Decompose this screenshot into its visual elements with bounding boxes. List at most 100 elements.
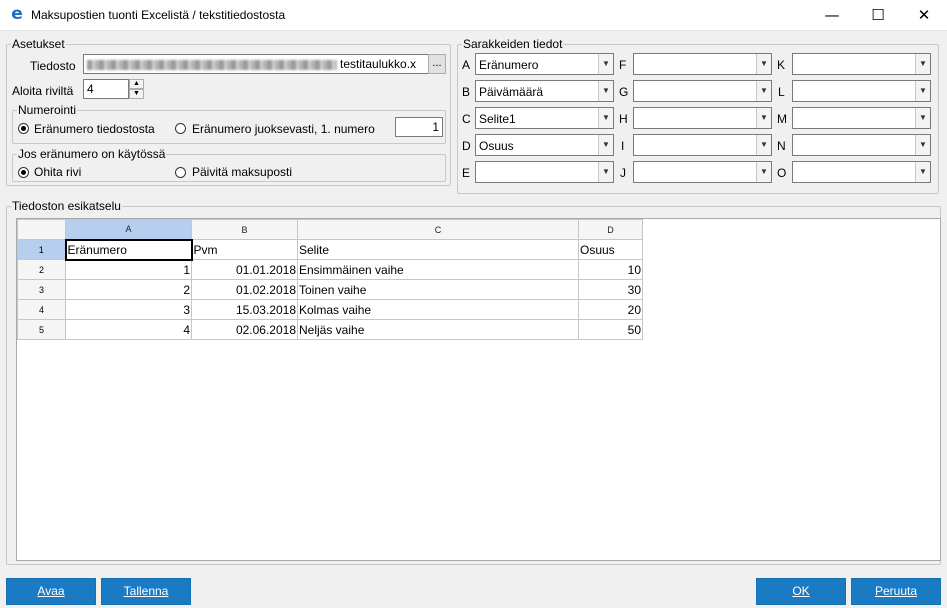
cell-a2[interactable]: 1	[65, 259, 192, 280]
col-select-f[interactable]: ▼	[633, 53, 772, 75]
cell-b2[interactable]: 01.01.2018	[191, 259, 298, 280]
chevron-down-icon: ▼	[598, 135, 613, 155]
col-label-a: A	[462, 58, 471, 72]
col-label-e: E	[462, 166, 471, 180]
table-row: 4 3 15.03.2018 Kolmas vaihe 20	[17, 299, 643, 320]
start-row-label: Aloita riviltä	[12, 84, 74, 98]
col-select-h[interactable]: ▼	[633, 107, 772, 129]
numbering-from-file-radio[interactable]	[18, 123, 29, 134]
numbering-sequential-radio[interactable]	[175, 123, 186, 134]
column-header-c[interactable]: C	[297, 219, 579, 240]
cell-c2[interactable]: Ensimmäinen vaihe	[297, 259, 579, 280]
col-label-g: G	[619, 85, 629, 99]
cell-a4[interactable]: 3	[65, 299, 192, 320]
row-header[interactable]: 4	[17, 299, 66, 320]
preview-legend: Tiedoston esikatselu	[12, 199, 121, 213]
col-select-d[interactable]: Osuus ▼	[475, 134, 614, 156]
row-header[interactable]: 5	[17, 319, 66, 340]
cell-d4[interactable]: 20	[578, 299, 643, 320]
col-select-b-value: Päivämäärä	[479, 85, 544, 99]
chevron-down-icon: ▼	[915, 162, 930, 182]
cell-b3[interactable]: 01.02.2018	[191, 279, 298, 300]
chevron-down-icon: ▼	[756, 135, 771, 155]
col-label-d: D	[462, 139, 471, 153]
cancel-button[interactable]: Peruuta	[851, 578, 941, 605]
preview-table: A B C D 1 Eränumero Pvm Selite Osuus 2 1…	[17, 219, 643, 340]
cell-b5[interactable]: 02.06.2018	[191, 319, 298, 340]
spin-up-button[interactable]: ▲	[129, 79, 144, 89]
window-title: Maksupostien tuonti Excelistä / tekstiti…	[31, 8, 286, 22]
cell-b4[interactable]: 15.03.2018	[191, 299, 298, 320]
col-select-l[interactable]: ▼	[792, 80, 931, 102]
ok-button[interactable]: OK	[756, 578, 846, 605]
column-header-row: A B C D	[17, 219, 643, 240]
file-label: Tiedosto	[30, 59, 76, 73]
cell-c1[interactable]: Selite	[297, 239, 579, 260]
col-select-j[interactable]: ▼	[633, 161, 772, 183]
col-select-n[interactable]: ▼	[792, 134, 931, 156]
numbering-sequential-label[interactable]: Eränumero juoksevasti, 1. numero	[192, 122, 375, 136]
browse-button[interactable]: ...	[428, 54, 446, 74]
col-select-g[interactable]: ▼	[633, 80, 772, 102]
numbering-from-file-label[interactable]: Eränumero tiedostosta	[34, 122, 155, 136]
chevron-down-icon: ▼	[598, 162, 613, 182]
table-row: 5 4 02.06.2018 Neljäs vaihe 50	[17, 319, 643, 340]
row-header[interactable]: 1	[17, 239, 66, 260]
first-number-input[interactable]: 1	[395, 117, 443, 137]
spin-down-button[interactable]: ▼	[129, 89, 144, 99]
col-label-k: K	[777, 58, 786, 72]
col-select-o[interactable]: ▼	[792, 161, 931, 183]
col-select-m[interactable]: ▼	[792, 107, 931, 129]
cell-d1[interactable]: Osuus	[578, 239, 643, 260]
column-header-a[interactable]: A	[65, 219, 192, 240]
open-button[interactable]: Avaa	[6, 578, 96, 605]
file-path-input[interactable]: testitaulukko.x	[83, 54, 429, 74]
minimize-button[interactable]: —	[809, 0, 855, 31]
col-label-j: J	[620, 166, 626, 180]
row-header[interactable]: 2	[17, 259, 66, 280]
cell-c5[interactable]: Neljäs vaihe	[297, 319, 579, 340]
title-bar: e Maksupostien tuonti Excelistä / teksti…	[0, 0, 947, 31]
col-select-k[interactable]: ▼	[792, 53, 931, 75]
cancel-label: Peruuta	[874, 584, 918, 598]
col-label-n: N	[777, 139, 786, 153]
save-button[interactable]: Tallenna	[101, 578, 191, 605]
cell-c3[interactable]: Toinen vaihe	[297, 279, 579, 300]
column-header-b[interactable]: B	[191, 219, 298, 240]
skip-row-radio[interactable]	[18, 167, 29, 178]
update-payment-label[interactable]: Päivitä maksuposti	[192, 165, 292, 179]
corner-cell[interactable]	[17, 219, 66, 240]
update-payment-radio[interactable]	[175, 167, 186, 178]
col-select-c[interactable]: Selite1 ▼	[475, 107, 614, 129]
cell-c4[interactable]: Kolmas vaihe	[297, 299, 579, 320]
cell-d5[interactable]: 50	[578, 319, 643, 340]
row-header[interactable]: 3	[17, 279, 66, 300]
col-select-i[interactable]: ▼	[633, 134, 772, 156]
cell-d3[interactable]: 30	[578, 279, 643, 300]
preview-spreadsheet[interactable]: A B C D 1 Eränumero Pvm Selite Osuus 2 1…	[16, 218, 941, 561]
chevron-down-icon: ▼	[598, 108, 613, 128]
col-label-c: C	[462, 112, 471, 126]
col-select-d-value: Osuus	[479, 139, 514, 153]
settings-legend: Asetukset	[12, 37, 65, 51]
cell-a3[interactable]: 2	[65, 279, 192, 300]
chevron-down-icon: ▼	[756, 108, 771, 128]
table-row: 2 1 01.01.2018 Ensimmäinen vaihe 10	[17, 259, 643, 280]
skip-row-label[interactable]: Ohita rivi	[34, 165, 81, 179]
cell-d2[interactable]: 10	[578, 259, 643, 280]
cell-a5[interactable]: 4	[65, 319, 192, 340]
cell-b1[interactable]: Pvm	[191, 239, 298, 260]
column-header-d[interactable]: D	[578, 219, 643, 240]
open-label: Avaa	[37, 584, 65, 598]
col-select-a[interactable]: Eränumero ▼	[475, 53, 614, 75]
col-select-b[interactable]: Päivämäärä ▼	[475, 80, 614, 102]
maximize-button[interactable]: ☐	[855, 0, 901, 31]
col-label-h: H	[619, 112, 628, 126]
start-row-input[interactable]: 4	[83, 79, 129, 99]
close-button[interactable]: ✕	[901, 0, 947, 31]
chevron-down-icon: ▼	[915, 81, 930, 101]
cell-a1[interactable]: Eränumero	[64, 238, 193, 261]
col-select-e[interactable]: ▼	[475, 161, 614, 183]
chevron-down-icon: ▼	[598, 81, 613, 101]
table-row: 1 Eränumero Pvm Selite Osuus	[17, 238, 643, 261]
